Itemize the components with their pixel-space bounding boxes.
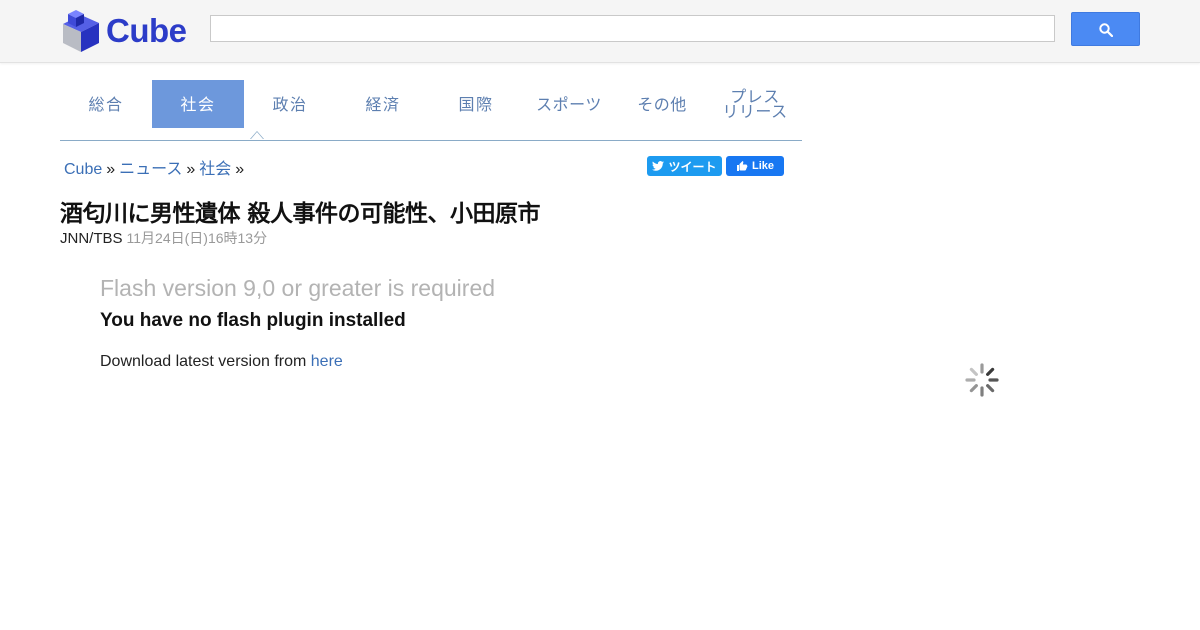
- breadcrumb-separator: »: [186, 161, 196, 178]
- header: Cube: [0, 0, 1200, 63]
- thumbs-up-icon: [736, 161, 748, 171]
- tab-press-release[interactable]: プレス リリース: [709, 80, 801, 128]
- cube-logo[interactable]: Cube: [62, 10, 194, 54]
- flash-download-link[interactable]: here: [311, 353, 343, 370]
- breadcrumb-separator: »: [106, 161, 116, 178]
- flash-download-prefix: Download latest version from: [100, 353, 311, 370]
- flash-required-message: Flash version 9,0 or greater is required: [100, 275, 496, 301]
- category-nav: 総合 社会 政治 経済 国際 スポーツ その他 プレス リリース: [60, 80, 802, 141]
- breadcrumb-cube[interactable]: Cube: [64, 161, 102, 178]
- tab-label-line2: リリース: [722, 102, 788, 121]
- tab-label: 経済: [365, 94, 401, 114]
- cube-logo-icon: [63, 10, 99, 52]
- tab-sports[interactable]: スポーツ: [523, 80, 615, 128]
- tweet-button[interactable]: ツイート: [647, 156, 722, 176]
- active-tab-caret: [250, 131, 264, 139]
- article-meta: JNN/TBS 11月24日(日)16時13分: [60, 228, 267, 248]
- breadcrumb-news[interactable]: ニュース: [119, 161, 182, 178]
- breadcrumb-society[interactable]: 社会: [199, 161, 231, 178]
- tab-label: その他: [637, 94, 687, 114]
- logo-text: Cube: [106, 12, 187, 49]
- tab-label: 総合: [88, 94, 124, 114]
- tab-label: 社会: [180, 94, 216, 114]
- breadcrumb-separator: »: [235, 161, 245, 178]
- tweet-label: ツイート: [668, 159, 717, 174]
- flash-missing-message: You have no flash plugin installed: [100, 310, 406, 331]
- tab-economy[interactable]: 経済: [337, 80, 429, 128]
- article-source: JNN/TBS: [60, 230, 123, 247]
- search-button[interactable]: [1071, 12, 1140, 46]
- tab-label: 国際: [458, 94, 494, 114]
- tab-international[interactable]: 国際: [430, 80, 522, 128]
- search-icon: [1099, 23, 1113, 37]
- breadcrumb: Cube» ニュース» 社会»: [64, 155, 248, 179]
- article-title: 酒匂川に男性遺体 殺人事件の可能性、小田原市: [60, 201, 541, 227]
- like-button[interactable]: Like: [726, 156, 784, 176]
- tab-society[interactable]: 社会: [152, 80, 244, 128]
- search-input[interactable]: [210, 15, 1055, 42]
- tab-general[interactable]: 総合: [60, 80, 152, 128]
- twitter-bird-icon: [652, 161, 665, 171]
- tab-politics[interactable]: 政治: [244, 80, 336, 128]
- tab-other[interactable]: その他: [616, 80, 708, 128]
- flash-download-text: Download latest version from here: [100, 353, 343, 371]
- tab-label: スポーツ: [536, 94, 602, 114]
- like-label: Like: [751, 160, 774, 172]
- loading-spinner-icon: [965, 363, 999, 397]
- article-date: 11月24日(日)16時13分: [126, 230, 268, 246]
- tab-label: 政治: [272, 94, 308, 114]
